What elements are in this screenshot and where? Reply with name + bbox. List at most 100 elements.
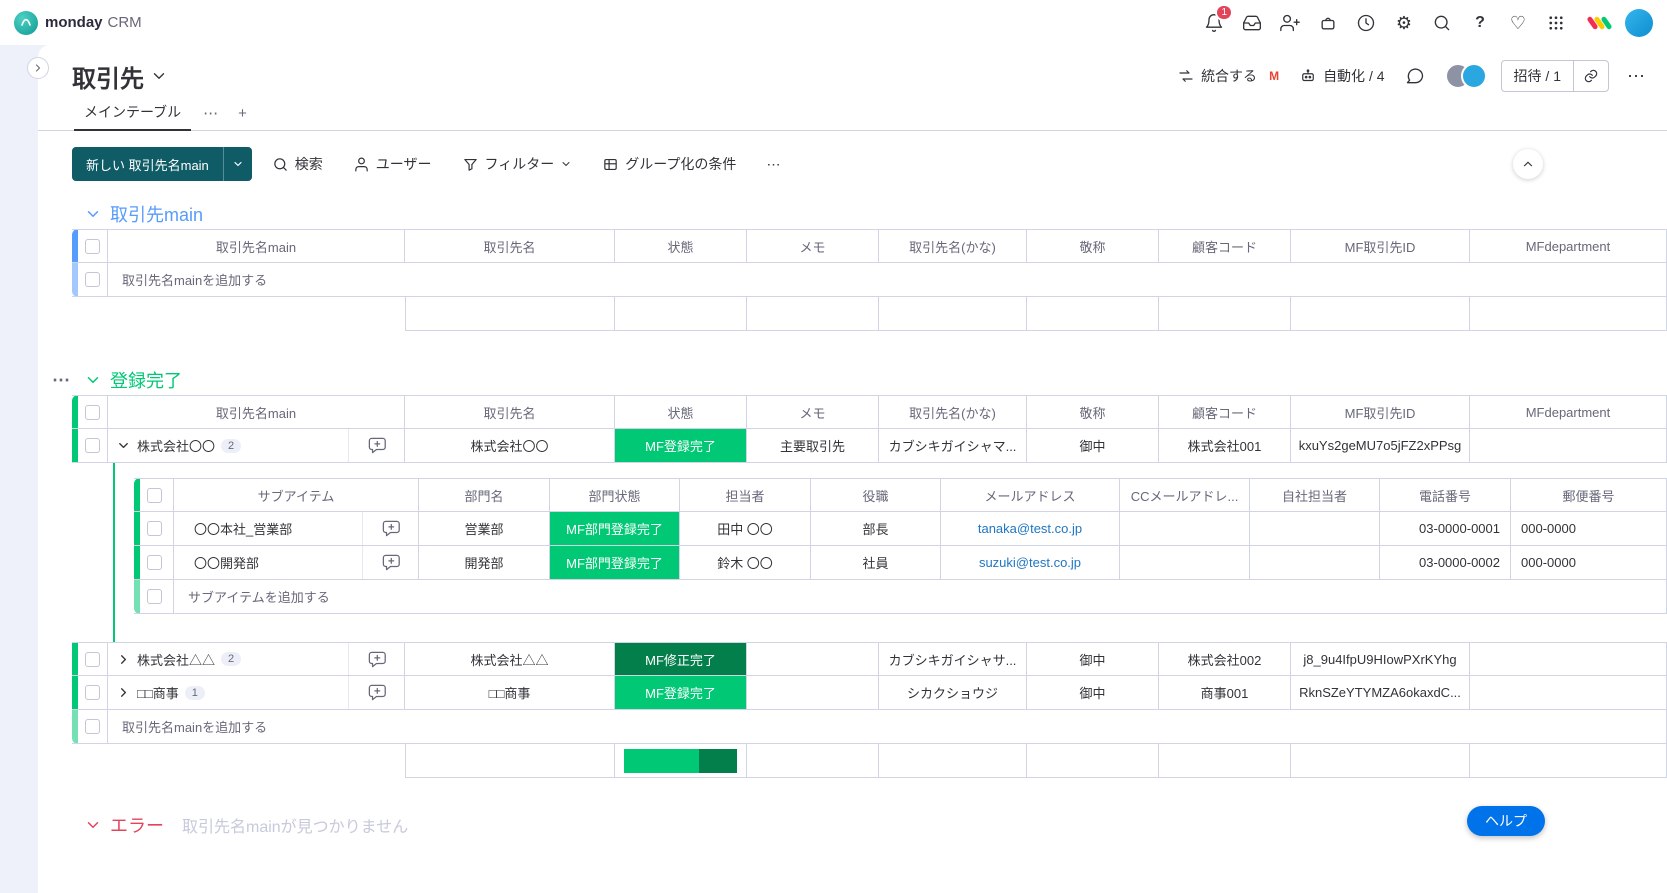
status-cell[interactable]: MF登録完了 <box>615 676 747 710</box>
customer-code-cell[interactable]: 株式会社001 <box>1159 429 1291 463</box>
discussion-button[interactable] <box>1399 60 1431 92</box>
group-drag-handle[interactable]: ⋯ <box>52 370 71 391</box>
item-name[interactable]: □□商事 <box>137 683 179 702</box>
person-cell[interactable]: 田中 〇〇 <box>680 512 811 546</box>
mf-department-cell[interactable] <box>1470 429 1667 463</box>
column-header[interactable]: MFdepartment <box>1470 229 1667 263</box>
column-header[interactable]: メモ <box>747 395 879 429</box>
subitem-name[interactable]: 〇〇本社_営業部 <box>194 519 292 538</box>
brand[interactable]: monday CRM <box>14 11 142 35</box>
column-header[interactable]: CCメールアドレ... <box>1120 478 1250 512</box>
new-item-button[interactable]: 新しい 取引先名main <box>72 147 252 181</box>
open-updates-button[interactable] <box>348 676 404 709</box>
zip-cell[interactable]: 000-0000 <box>1511 546 1667 580</box>
kana-cell[interactable]: カブシキガイシャサ... <box>879 642 1027 676</box>
table-row[interactable]: 株式会社△△ 2 株式会社△△ MF修正完了 カブシキガイシャサ... 御中 株… <box>72 642 1667 676</box>
expand-subitems-icon[interactable] <box>116 652 131 667</box>
status-cell[interactable]: MF登録完了 <box>615 429 747 463</box>
company-cell[interactable]: 株式会社△△ <box>405 642 615 676</box>
open-updates-button[interactable] <box>348 643 404 675</box>
subitem-row[interactable]: 〇〇開発部 開発部 MF部門登録完了 鈴木 〇〇 社員 suzuki@test.… <box>134 546 1667 580</box>
mf-id-cell[interactable]: RknSZeYTYMZA6okaxdC... <box>1291 676 1470 710</box>
help-menu-button[interactable]: ? <box>1465 8 1495 38</box>
item-name[interactable]: 株式会社〇〇 <box>137 436 215 455</box>
column-header[interactable]: 部門状態 <box>550 478 680 512</box>
open-updates-button[interactable] <box>362 512 418 545</box>
column-header[interactable]: 取引先名(かな) <box>879 229 1027 263</box>
item-name[interactable]: 株式会社△△ <box>137 650 215 669</box>
group-by-button[interactable]: グループ化の条件 <box>592 148 746 180</box>
column-header[interactable]: 取引先名(かな) <box>879 395 1027 429</box>
filter-button[interactable]: フィルター <box>452 148 583 180</box>
add-item-button[interactable]: 取引先名mainを追加する <box>108 710 1667 744</box>
select-all-checkbox[interactable] <box>85 405 100 420</box>
column-header[interactable]: 部門名 <box>419 478 550 512</box>
column-header[interactable]: 電話番号 <box>1380 478 1511 512</box>
column-header[interactable]: 役職 <box>811 478 941 512</box>
favorites-button[interactable]: ♡ <box>1503 8 1533 38</box>
customer-code-cell[interactable]: 商事001 <box>1159 676 1291 710</box>
copy-link-button[interactable] <box>1574 61 1608 91</box>
inbox-button[interactable] <box>1237 8 1267 38</box>
add-subitem-button[interactable]: サブアイテムを追加する <box>174 580 1667 614</box>
cc-email-cell[interactable] <box>1120 512 1250 546</box>
column-header[interactable]: MFdepartment <box>1470 395 1667 429</box>
group-title-torihikisaki-main[interactable]: 取引先main <box>84 201 1667 227</box>
zip-cell[interactable]: 000-0000 <box>1511 512 1667 546</box>
memo-cell[interactable]: 主要取引先 <box>747 429 879 463</box>
recent-activity-button[interactable] <box>1351 8 1381 38</box>
dept-cell[interactable]: 営業部 <box>419 512 550 546</box>
board-more-button[interactable]: ⋯ <box>1623 66 1649 87</box>
column-header[interactable]: MF取引先ID <box>1291 229 1470 263</box>
group-chevron-icon[interactable] <box>84 205 102 223</box>
memo-cell[interactable] <box>747 642 879 676</box>
tab-main-table[interactable]: メインテーブル <box>72 102 193 130</box>
column-header[interactable]: 取引先名 <box>405 229 615 263</box>
dept-cell[interactable]: 開発部 <box>419 546 550 580</box>
expand-subitems-icon[interactable] <box>116 685 131 700</box>
row-checkbox[interactable] <box>147 589 162 604</box>
customer-code-cell[interactable]: 株式会社002 <box>1159 642 1291 676</box>
owner-cell[interactable] <box>1250 512 1380 546</box>
cc-email-cell[interactable] <box>1120 546 1250 580</box>
column-header[interactable]: メールアドレス <box>941 478 1120 512</box>
company-cell[interactable]: 株式会社〇〇 <box>405 429 615 463</box>
kana-cell[interactable]: カブシキガイシャマ... <box>879 429 1027 463</box>
board-title-chevron-icon[interactable] <box>150 67 168 85</box>
table-row[interactable]: □□商事 1 □□商事 MF登録完了 シカクショウジ 御中 商事001 RknS… <box>72 676 1667 710</box>
column-header[interactable]: 取引先名 <box>405 395 615 429</box>
toolbar-more-button[interactable]: ⋯ <box>756 148 790 180</box>
apps-marketplace-button[interactable] <box>1313 8 1343 38</box>
status-cell[interactable]: MF修正完了 <box>615 642 747 676</box>
notifications-button[interactable]: 1 <box>1199 8 1229 38</box>
column-header[interactable]: 郵便番号 <box>1511 478 1667 512</box>
board-members[interactable] <box>1445 63 1487 89</box>
product-switcher-button[interactable] <box>1541 8 1571 38</box>
row-checkbox[interactable] <box>85 652 100 667</box>
subitem-row[interactable]: 〇〇本社_営業部 営業部 MF部門登録完了 田中 〇〇 部長 tanaka@te… <box>134 512 1667 546</box>
collapse-subitems-icon[interactable] <box>116 438 131 453</box>
owner-cell[interactable] <box>1250 546 1380 580</box>
new-item-chevron-icon[interactable] <box>224 147 252 181</box>
invite-button[interactable]: 招待 / 1 <box>1502 61 1573 91</box>
group-title-error[interactable]: エラー 取引先名mainが見つかりません <box>84 812 1667 838</box>
status-cell[interactable]: MF部門登録完了 <box>550 512 680 546</box>
column-header[interactable]: 取引先名main <box>108 229 405 263</box>
mf-id-cell[interactable]: j8_9u4IfpU9HIowPXrKYhg <box>1291 642 1470 676</box>
group-chevron-icon[interactable] <box>84 371 102 389</box>
group-title-registered[interactable]: ⋯ 登録完了 <box>84 367 1667 393</box>
monday-product-icon[interactable] <box>1585 10 1613 36</box>
mf-id-cell[interactable]: kxuYs2geMU7o5jFZ2xPPsg <box>1291 429 1470 463</box>
integrate-button[interactable]: 統合する M <box>1177 65 1285 87</box>
open-updates-button[interactable] <box>362 546 418 579</box>
select-all-checkbox[interactable] <box>85 239 100 254</box>
add-view-button[interactable]: + <box>228 105 257 130</box>
column-header[interactable]: 顧客コード <box>1159 229 1291 263</box>
company-cell[interactable]: □□商事 <box>405 676 615 710</box>
column-header[interactable]: MF取引先ID <box>1291 395 1470 429</box>
settings-button[interactable]: ⚙ <box>1389 8 1419 38</box>
add-item-button[interactable]: 取引先名mainを追加する <box>108 263 1667 297</box>
memo-cell[interactable] <box>747 676 879 710</box>
user-avatar[interactable] <box>1625 9 1653 37</box>
column-header[interactable]: 状態 <box>615 229 747 263</box>
